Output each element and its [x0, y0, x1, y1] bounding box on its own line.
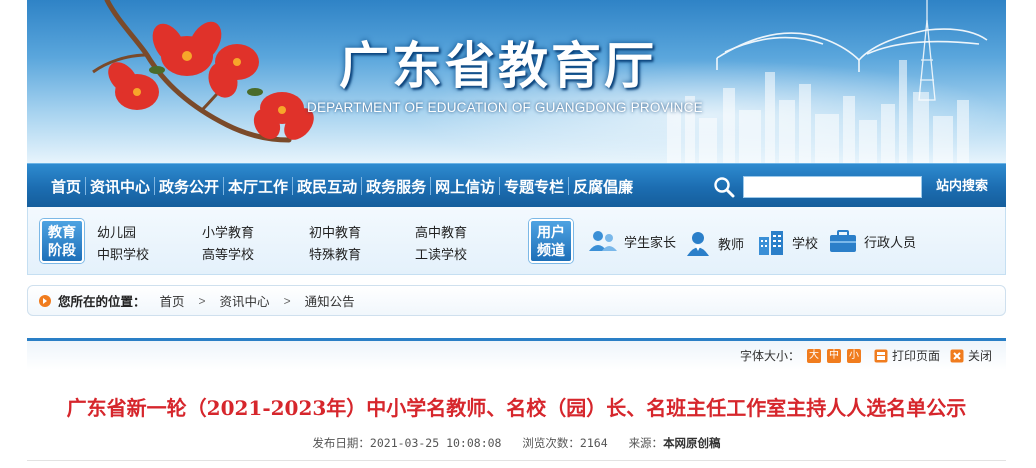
school-building-icon — [759, 231, 783, 255]
font-size-small-button[interactable]: 小 — [846, 348, 861, 363]
article-source: 本网原创稿 — [663, 436, 721, 450]
user-channel-tag: 用户 频道 — [529, 219, 573, 263]
user-link-students-parents[interactable]: 学生家长 — [588, 229, 676, 253]
briefcase-icon — [830, 230, 856, 252]
nav-item-petition[interactable]: 网上信访 — [431, 176, 499, 197]
teacher-icon — [687, 232, 709, 256]
people-icon — [589, 231, 617, 251]
view-count: 2164 — [579, 436, 608, 450]
user-link-label: 行政人员 — [864, 235, 917, 251]
article-toolbar: 字体大小： 大 中 小 打印页面 关闭 — [27, 338, 1006, 370]
nav-item-gov-services[interactable]: 政务服务 — [362, 176, 430, 197]
main-nav: 首页 资讯中心 政务公开 本厅工作 政民互动 政务服务 网上信访 专题专栏 反腐… — [27, 163, 1006, 207]
close-label: 关闭 — [967, 349, 992, 363]
user-link-schools[interactable]: 学校 — [756, 229, 818, 255]
stage-link-primary[interactable]: 小学教育 — [202, 222, 254, 241]
stage-link-special-ed[interactable]: 特殊教育 — [309, 244, 361, 263]
user-link-label: 教师 — [718, 237, 745, 253]
close-icon — [950, 349, 964, 362]
divider — [27, 460, 1006, 461]
nav-item-interaction[interactable]: 政民互动 — [293, 176, 361, 197]
search-icon[interactable] — [713, 176, 735, 198]
nav-item-gov-info[interactable]: 政务公开 — [155, 176, 223, 197]
stage-link-kindergarten[interactable]: 幼儿园 — [97, 222, 136, 241]
user-link-label: 学生家长 — [624, 235, 677, 251]
stage-link-reform-school[interactable]: 工读学校 — [415, 244, 467, 263]
stage-link-senior-high[interactable]: 高中教育 — [415, 222, 467, 241]
education-stage-tag: 教育 阶段 — [40, 219, 84, 263]
breadcrumb: 您所在的位置： 首页 > 资讯中心 > 通知公告 — [27, 285, 1006, 316]
kapok-flower-illustration — [92, 0, 314, 143]
stage-link-vocational[interactable]: 中职学校 — [97, 244, 149, 263]
font-size-label: 字体大小： — [739, 349, 800, 363]
header-banner: 广东省教育厅 DEPARTMENT OF EDUCATION OF GUANGD… — [27, 0, 1006, 163]
breadcrumb-notices[interactable]: 通知公告 — [305, 291, 355, 310]
font-size-medium-button[interactable]: 中 — [826, 348, 841, 363]
nav-item-anti-corruption[interactable]: 反腐倡廉 — [569, 176, 637, 197]
nav-item-news-center[interactable]: 资讯中心 — [86, 176, 154, 197]
tag-line: 用户 — [537, 225, 565, 241]
breadcrumb-label: 您所在的位置： — [58, 294, 146, 309]
article-meta: 发布日期：2021-03-25 10:08:08 浏览次数：2164 来源：本网… — [27, 435, 1006, 451]
chevron-right-icon: > — [198, 293, 206, 308]
nav-item-special-topics[interactable]: 专题专栏 — [500, 176, 568, 197]
source-label: 来源： — [628, 436, 664, 450]
search-button[interactable]: 站内搜索 — [927, 176, 997, 198]
article-tools: 字体大小： 大 中 小 打印页面 关闭 — [740, 347, 992, 364]
article-title: 广东省新一轮（2021-2023年）中小学名教师、名校（园）长、名班主任工作室主… — [66, 396, 967, 420]
nav-item-dept-work[interactable]: 本厅工作 — [224, 176, 292, 197]
breadcrumb-news-center[interactable]: 资讯中心 — [220, 291, 270, 310]
print-icon — [874, 349, 888, 362]
user-link-label: 学校 — [792, 236, 819, 252]
location-pin-icon — [39, 294, 51, 307]
tag-line: 阶段 — [48, 243, 76, 259]
user-link-teachers[interactable]: 教师 — [684, 229, 744, 257]
stage-link-higher-ed[interactable]: 高等学校 — [202, 244, 254, 263]
stage-link-junior-high[interactable]: 初中教育 — [309, 222, 361, 241]
site-subtitle: DEPARTMENT OF EDUCATION OF GUANGDONG PRO… — [307, 100, 703, 115]
tag-line: 教育 — [48, 225, 76, 241]
print-label: 打印页面 — [891, 349, 940, 363]
close-page-button[interactable]: 关闭 — [950, 347, 992, 364]
user-link-administrators[interactable]: 行政人员 — [828, 229, 916, 253]
tag-line: 频道 — [537, 243, 565, 259]
font-size-large-button[interactable]: 大 — [806, 348, 821, 363]
date-label: 发布日期： — [312, 436, 370, 450]
search-input[interactable] — [743, 176, 922, 198]
quick-links-panel: 教育 阶段 幼儿园 小学教育 初中教育 高中教育 中职学校 高等学校 特殊教育 … — [27, 207, 1006, 275]
publish-date: 2021-03-25 10:08:08 — [369, 436, 502, 450]
nav-item-home[interactable]: 首页 — [47, 176, 85, 197]
chevron-right-icon: > — [283, 293, 291, 308]
views-label: 浏览次数： — [522, 436, 580, 450]
print-page-button[interactable]: 打印页面 — [874, 347, 940, 364]
breadcrumb-home[interactable]: 首页 — [160, 291, 185, 310]
nav-items: 首页 资讯中心 政务公开 本厅工作 政民互动 政务服务 网上信访 专题专栏 反腐… — [47, 164, 637, 208]
site-title: 广东省教育厅 — [339, 37, 657, 95]
